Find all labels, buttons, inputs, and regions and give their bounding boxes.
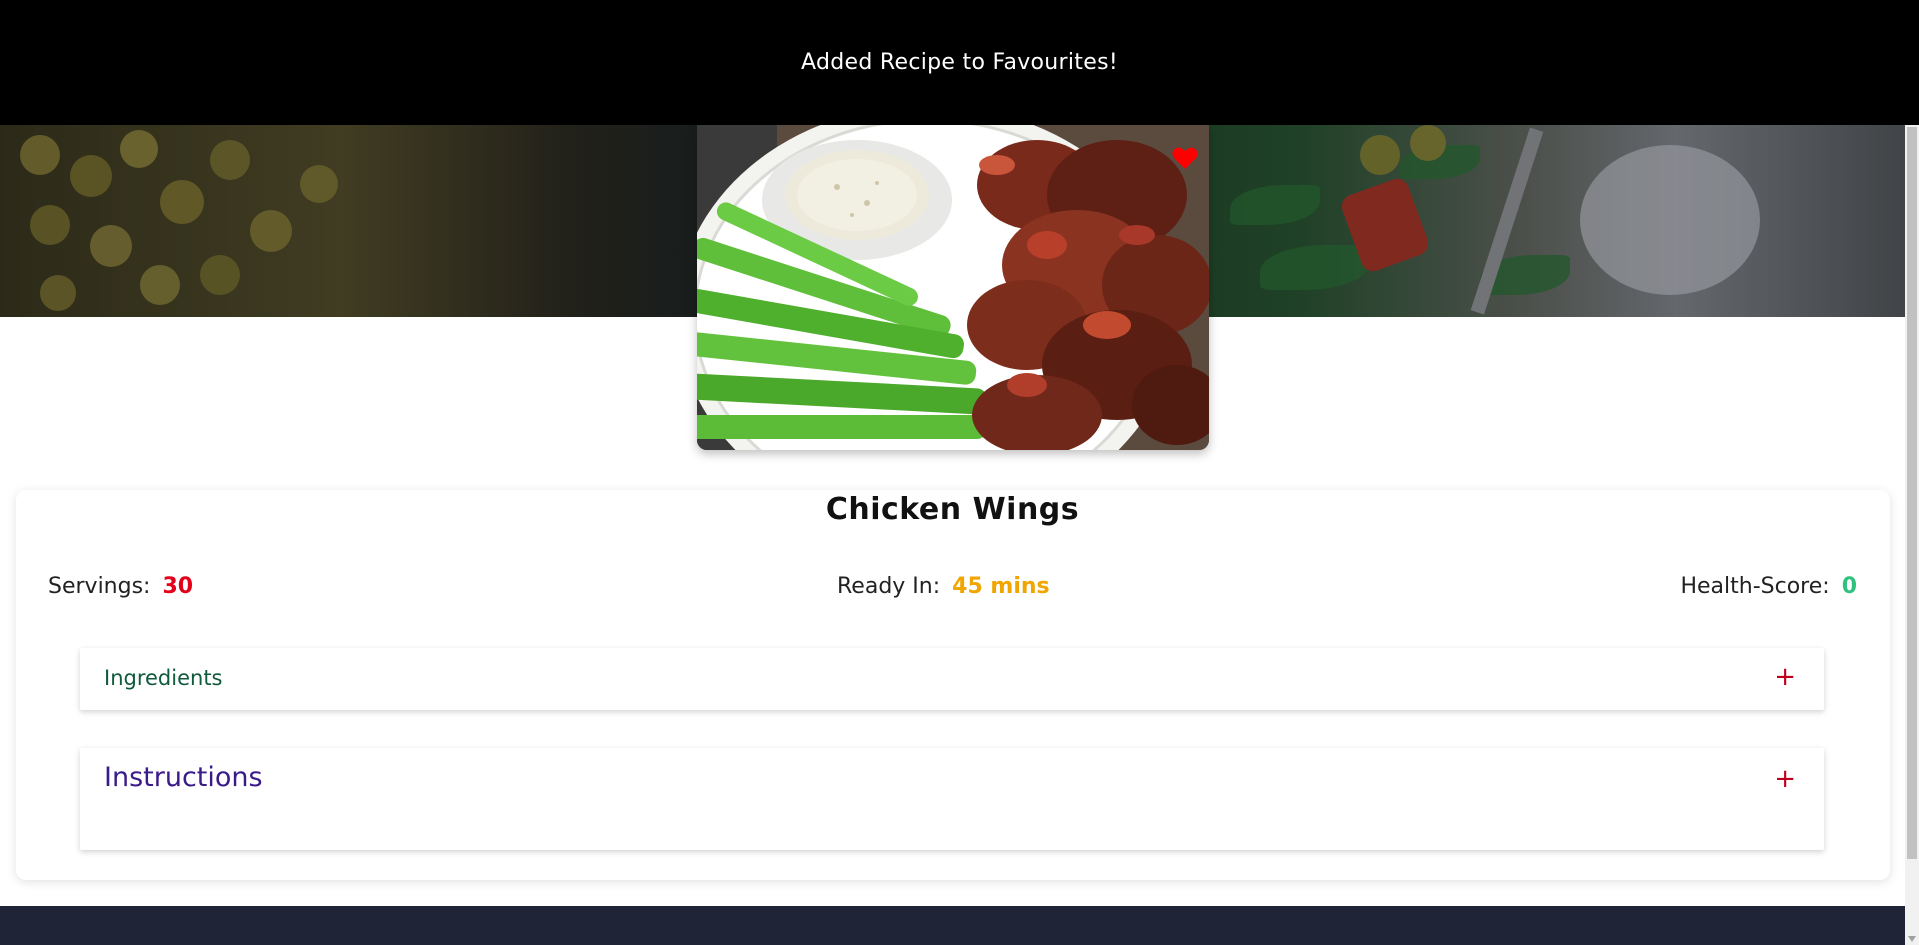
ready-in-label: Ready In: bbox=[837, 574, 941, 599]
scroll-down-arrow-icon[interactable] bbox=[1908, 936, 1916, 942]
toast-message: Added Recipe to Favourites! bbox=[801, 50, 1118, 75]
notification-toast: Added Recipe to Favourites! bbox=[0, 0, 1919, 125]
ready-in-value: 45 mins bbox=[952, 574, 1050, 599]
ingredients-heading: Ingredients bbox=[104, 666, 223, 690]
instructions-heading: Instructions bbox=[104, 762, 263, 793]
health-score-stat: Health-Score: 0 bbox=[1680, 574, 1857, 599]
health-score-label: Health-Score: bbox=[1680, 574, 1830, 599]
ingredients-accordion[interactable]: Ingredients + bbox=[80, 648, 1824, 710]
ready-in-stat: Ready In: 45 mins bbox=[837, 574, 1050, 599]
recipe-image bbox=[697, 125, 1209, 450]
recipe-title: Chicken Wings bbox=[825, 492, 1080, 527]
servings-label: Servings: bbox=[48, 574, 151, 599]
ingredients-expand-plus-icon[interactable]: + bbox=[1774, 664, 1796, 690]
health-score-value: 0 bbox=[1841, 574, 1857, 599]
instructions-accordion[interactable]: Instructions + bbox=[80, 748, 1824, 850]
page-scrollbar[interactable] bbox=[1905, 125, 1919, 945]
scrollbar-thumb[interactable] bbox=[1907, 127, 1917, 859]
instructions-expand-plus-icon[interactable]: + bbox=[1774, 766, 1796, 792]
favourite-heart-icon[interactable] bbox=[1172, 146, 1198, 170]
servings-value: 30 bbox=[162, 574, 194, 599]
servings-stat: Servings: 30 bbox=[48, 574, 193, 599]
page-footer bbox=[0, 906, 1905, 945]
